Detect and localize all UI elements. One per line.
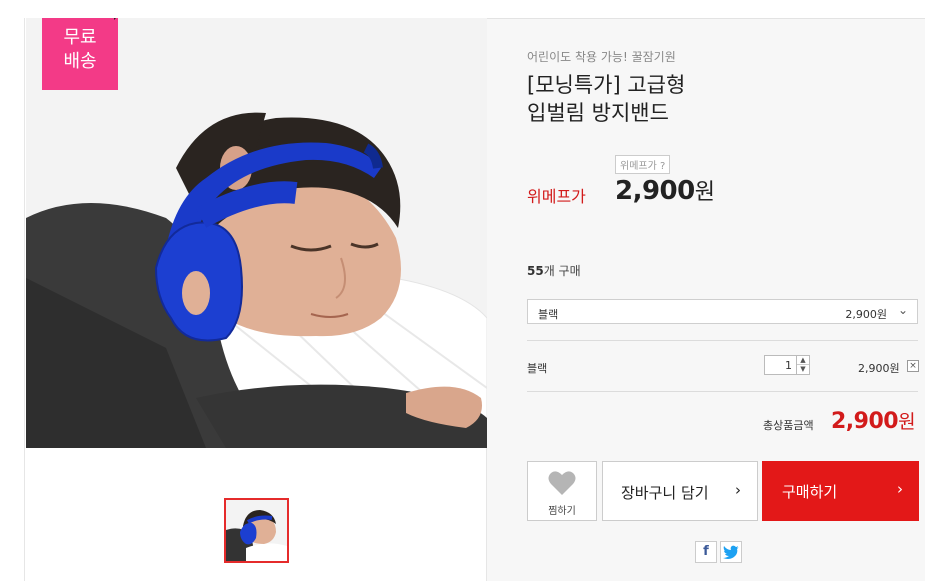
product-gallery: 무료 배송	[24, 18, 487, 581]
quantity-value[interactable]: 1	[785, 359, 792, 372]
arrow-right-icon: ›	[897, 480, 903, 498]
free-shipping-badge: 무료 배송	[42, 18, 118, 90]
twitter-bird-glyph	[723, 545, 739, 559]
price-currency: 원	[694, 180, 715, 205]
selected-option-name: 블랙	[527, 362, 548, 375]
price-amount: 2,900	[615, 176, 695, 206]
add-to-cart-button[interactable]: 장바구니 담기 ›	[602, 461, 758, 521]
total-amount: 2,900	[831, 409, 899, 434]
badge-corner-decoration	[114, 18, 120, 20]
heart-icon	[548, 471, 576, 495]
badge-line-1: 무료	[63, 27, 97, 48]
buy-now-button[interactable]: 구매하기 ›	[762, 461, 919, 521]
thumbnail-image[interactable]	[224, 498, 289, 563]
chevron-down-icon: ⌄	[897, 303, 908, 317]
main-product-image[interactable]: 무료 배송	[26, 18, 487, 448]
add-to-cart-label: 장바구니 담기	[621, 484, 709, 502]
divider	[527, 391, 918, 392]
option-selected-value: 블랙	[538, 308, 559, 321]
sales-count-suffix: 개 구매	[543, 264, 581, 278]
option-price: 2,900원	[845, 308, 887, 321]
sales-count: 55개 구매	[527, 262, 581, 279]
product-title: [모닝특가] 고급형 입벌림 방지밴드	[527, 71, 827, 127]
option-select[interactable]: 블랙 2,900원 ⌄	[527, 299, 918, 324]
total-currency: 원	[898, 411, 916, 433]
price-help-tooltip-button[interactable]: 위메프가 ?	[615, 155, 671, 174]
product-title-line-1: [모닝특가] 고급형	[527, 73, 686, 97]
line-item-price: 2,900원	[858, 362, 900, 375]
price-label: 위메프가	[527, 187, 586, 206]
badge-line-2: 배송	[63, 51, 97, 72]
twitter-icon[interactable]	[720, 541, 742, 563]
product-info-panel: 어린이도 착용 가능! 꿀잠기원 [모닝특가] 고급형 입벌림 방지밴드 위메프…	[487, 19, 925, 581]
facebook-icon[interactable]: f	[695, 541, 717, 563]
quantity-increase-button[interactable]: ▲	[797, 356, 809, 365]
close-icon[interactable]: ×	[907, 360, 919, 372]
divider	[527, 340, 918, 341]
wishlist-label: 찜하기	[548, 506, 576, 517]
product-subtitle: 어린이도 착용 가능! 꿀잠기원	[527, 50, 676, 64]
total-label: 총상품금액	[763, 419, 814, 432]
buy-now-label: 구매하기	[782, 483, 838, 501]
wishlist-button[interactable]: 찜하기	[527, 461, 597, 521]
sales-count-number: 55	[527, 264, 544, 278]
quantity-arrows: ▲ ▼	[796, 356, 809, 374]
arrow-right-icon: ›	[735, 481, 741, 499]
price-value: 2,900원	[615, 174, 715, 206]
total-value: 2,900원	[831, 407, 916, 434]
product-title-line-2: 입벌림 방지밴드	[527, 101, 669, 125]
quantity-decrease-button[interactable]: ▼	[797, 365, 809, 374]
quantity-stepper[interactable]: 1 ▲ ▼	[764, 355, 810, 375]
